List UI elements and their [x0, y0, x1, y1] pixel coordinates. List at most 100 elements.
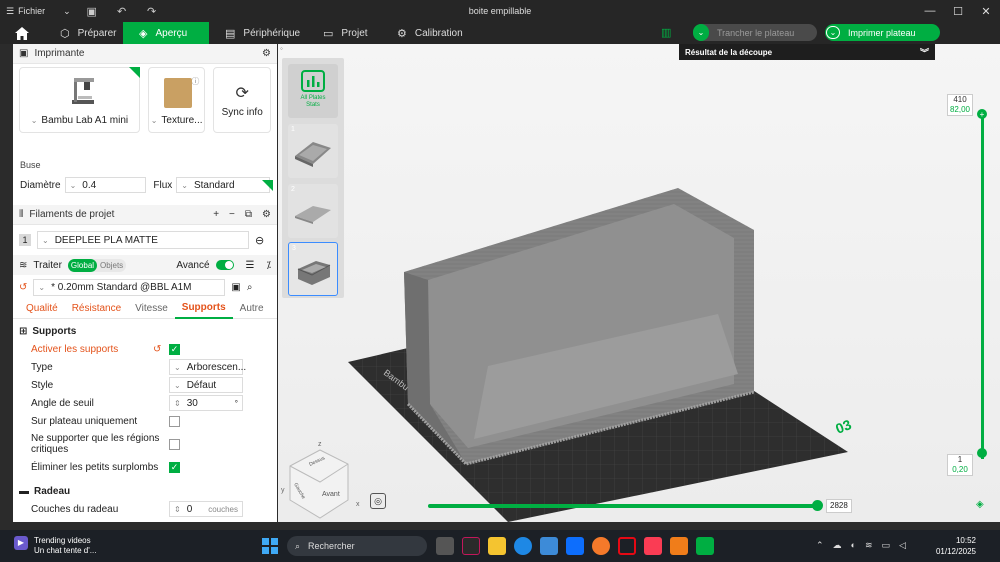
advanced-toggle[interactable]	[215, 260, 234, 270]
sync-icon[interactable]: ◐	[851, 540, 856, 551]
tab-device[interactable]: ▤ Périphérique	[209, 22, 307, 44]
move-slider[interactable]	[428, 504, 818, 508]
taskbar-search[interactable]: ⌕ Rechercher	[287, 536, 427, 556]
close-icon[interactable]: ✕	[972, 0, 1000, 22]
wifi-icon[interactable]: ≋	[865, 540, 873, 551]
layers-icon[interactable]: ◈	[976, 499, 984, 510]
process-preset-select[interactable]: ⌄ * 0.20mm Standard @BBL A1M	[33, 278, 226, 296]
list-icon[interactable]: ☰	[246, 260, 255, 271]
widgets-news[interactable]: ▶ Trending videos Un chat tente d'...	[14, 536, 96, 556]
volume-icon[interactable]: ◁	[899, 540, 906, 551]
remove-circle-icon[interactable]: ⊖	[255, 234, 264, 247]
store-icon[interactable]	[540, 537, 558, 555]
reset-icon[interactable]: ↺	[153, 344, 161, 355]
reset-icon[interactable]: ↺	[19, 282, 27, 293]
nav-actions: ▥ ⌄ Trancher le plateau ⌄ Imprimer plate…	[661, 24, 940, 41]
stepper-icon[interactable]: ⇕	[174, 505, 181, 514]
scope-switch[interactable]: Global Objets	[67, 258, 127, 272]
support-style-select[interactable]: ⌄ Défaut	[169, 377, 243, 393]
chevron-down-icon[interactable]: ⌄	[826, 26, 840, 39]
blender-icon[interactable]	[592, 537, 610, 555]
scope-global[interactable]: Global	[67, 258, 98, 272]
music-icon[interactable]	[644, 537, 662, 555]
system-tray: ⌃ ☁ ◐ ≋ ▭ ◁	[816, 540, 906, 551]
task-view-icon[interactable]	[436, 537, 454, 555]
maximize-icon[interactable]: ☐	[944, 0, 972, 22]
redo-icon[interactable]: ↷	[143, 2, 161, 20]
windows-start-icon[interactable]	[262, 538, 278, 554]
app-icon[interactable]	[462, 537, 480, 555]
nozzle-row: Diamètre ⌄ 0.4 Flux ⌄ Standard	[13, 174, 277, 196]
printer-card[interactable]: ⌄ Bambu Lab A1 mini	[19, 67, 140, 133]
mail-icon[interactable]	[566, 537, 584, 555]
chevron-up-icon[interactable]: ⌃	[816, 540, 824, 551]
plate-type-card[interactable]: ⓘ ⌄ Texture...	[147, 67, 206, 133]
minimize-icon[interactable]: —	[916, 0, 944, 22]
save-icon[interactable]: ▣	[231, 282, 240, 293]
threshold-angle-value: 30	[186, 397, 198, 409]
diameter-select[interactable]: ⌄ 0.4	[64, 177, 147, 193]
gear-icon[interactable]: ⚙	[262, 209, 271, 220]
view-cube[interactable]: Avant Gauche Dessus x y z	[281, 441, 360, 519]
cube-face-front: Avant	[322, 491, 340, 498]
option-label: Éliminer les petits surplombs	[31, 461, 159, 473]
enable-supports-checkbox[interactable]: ✓	[169, 343, 180, 355]
print-plate-button[interactable]: ⌄ Imprimer plateau	[825, 24, 940, 41]
filament-item: 1 ⌄ DEEPLEE PLA MATTE ⊖	[13, 225, 277, 255]
move-slider-knob[interactable]	[812, 500, 823, 511]
on-build-plate-checkbox[interactable]	[169, 415, 180, 427]
option-label: Angle de seuil	[31, 397, 94, 409]
home-button[interactable]	[0, 22, 44, 44]
tab-supports[interactable]: Supports	[174, 299, 233, 319]
compare-icon[interactable]: ⁒	[267, 260, 272, 271]
layer-slider[interactable]	[981, 114, 984, 459]
critical-regions-checkbox[interactable]	[169, 438, 180, 450]
undo-icon[interactable]: ↶	[113, 2, 131, 20]
bambu-studio-icon[interactable]	[696, 537, 714, 555]
stepper-icon[interactable]: ⇕	[174, 399, 181, 408]
tab-prepare[interactable]: ⬡ Préparer	[44, 22, 123, 44]
save-icon[interactable]: ▣	[83, 2, 101, 20]
ams-sync-icon[interactable]: ⧉	[245, 209, 252, 220]
tab-speed[interactable]: Vitesse	[128, 299, 175, 319]
3d-viewport[interactable]: ◦ Résultat de la découpe ︾ All Plates St…	[278, 44, 1000, 522]
remove-icon[interactable]: −	[229, 209, 235, 220]
edge-icon[interactable]	[514, 537, 532, 555]
tab-quality[interactable]: Qualité	[19, 299, 65, 319]
layout-icon[interactable]: ▥	[661, 26, 675, 40]
file-explorer-icon[interactable]	[488, 537, 506, 555]
file-menu-button[interactable]: ☰ Fichier ⌄	[0, 0, 77, 22]
printer-model-label: Bambu Lab A1 mini	[41, 115, 129, 126]
remove-small-overhangs-checkbox[interactable]: ✓	[169, 461, 180, 473]
tab-calibration[interactable]: ⚙ Calibration	[381, 22, 479, 44]
tab-others[interactable]: Autre	[233, 299, 271, 319]
clock[interactable]: 10:52 01/12/2025	[936, 535, 976, 557]
threshold-angle-input[interactable]: ⇕ 30 °	[169, 395, 243, 411]
filament-select[interactable]: ⌄ DEEPLEE PLA MATTE	[37, 231, 249, 249]
search-icon[interactable]: ⌕	[247, 282, 253, 293]
gear-icon[interactable]: ⚙	[262, 48, 271, 59]
option-raft-layers: Couches du radeau ⇕ 0 couches	[13, 500, 277, 518]
chevron-down-icon[interactable]: ⌄	[693, 24, 709, 41]
raft-layers-input[interactable]: ⇕ 0 couches	[169, 501, 243, 517]
weather-icon[interactable]: ☁	[833, 540, 842, 551]
flow-select[interactable]: ⌄ Standard	[176, 177, 270, 193]
filament-index[interactable]: 1	[19, 234, 31, 246]
battery-icon[interactable]: ▭	[882, 540, 891, 551]
layer-slider-bottom-knob[interactable]	[977, 448, 987, 458]
fit-view-icon[interactable]: ◎	[370, 493, 386, 509]
printer-model: ⌄ Bambu Lab A1 mini	[20, 115, 139, 126]
support-type-select[interactable]: ⌄ Arborescen...	[169, 359, 246, 375]
support-icon: ⊞	[19, 325, 28, 337]
tab-strength[interactable]: Résistance	[65, 299, 128, 319]
tab-project[interactable]: ▭ Projet	[307, 22, 381, 44]
sync-info-button[interactable]: ⟳ Sync info	[213, 67, 271, 133]
tab-preview[interactable]: ◈ Aperçu	[123, 22, 209, 44]
add-layer-icon[interactable]: +	[977, 109, 987, 119]
slice-plate-button[interactable]: ⌄ Trancher le plateau	[693, 24, 817, 41]
scope-objects[interactable]: Objets	[97, 259, 126, 272]
netflix-icon[interactable]	[618, 537, 636, 555]
add-icon[interactable]: +	[213, 209, 219, 220]
fusion-icon[interactable]	[670, 537, 688, 555]
option-threshold-angle: Angle de seuil ⇕ 30 °	[13, 394, 277, 412]
